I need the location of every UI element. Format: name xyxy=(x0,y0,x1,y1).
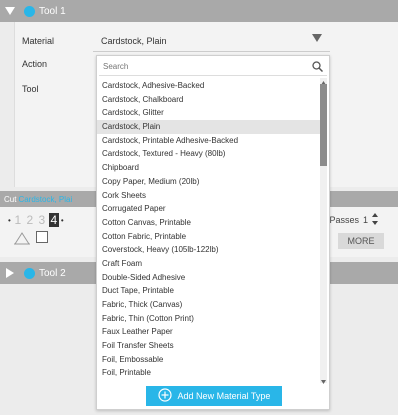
material-list-item[interactable]: Faux Leather Paper xyxy=(97,325,321,339)
material-list-item[interactable]: Coverstock, Heavy (105lb-122lb) xyxy=(97,243,321,257)
material-list-item[interactable]: Foil Transfer Sheets xyxy=(97,339,321,353)
arrow-right-icon[interactable]: • xyxy=(61,216,64,225)
passes-value[interactable]: 1 xyxy=(363,215,368,225)
material-list-item[interactable]: Double-Sided Adhesive xyxy=(97,271,321,285)
number-1[interactable]: 1 xyxy=(13,213,23,227)
material-list-item[interactable]: Cardstock, Chalkboard xyxy=(97,93,321,107)
plus-circle-icon xyxy=(157,388,172,404)
add-material-label: Add New Material Type xyxy=(177,391,271,401)
material-list-item[interactable]: Chipboard xyxy=(97,161,321,175)
cut-prefix: Cut xyxy=(4,194,17,204)
material-list-item[interactable]: Corrugated Paper xyxy=(97,202,321,216)
dropdown-arrow-icon[interactable] xyxy=(312,34,322,44)
scroll-down-icon[interactable] xyxy=(320,377,327,384)
material-list-item[interactable]: Cardstock, Plain xyxy=(97,120,321,134)
scrollbar[interactable] xyxy=(320,78,327,384)
material-list-item[interactable]: Cork Sheets xyxy=(97,189,321,203)
material-list-item[interactable]: Cardstock, Adhesive-Backed xyxy=(97,79,321,93)
passes-control[interactable]: Passes 1 xyxy=(329,213,378,227)
number-3[interactable]: 3 xyxy=(37,213,47,227)
material-list-item[interactable]: Cotton Fabric, Printable xyxy=(97,230,321,244)
material-list-item[interactable]: Cardstock, Glitter xyxy=(97,106,321,120)
material-list: Cardstock, Adhesive-Backed Cardstock, Cha… xyxy=(97,79,321,379)
material-select[interactable]: Cardstock, Plain xyxy=(93,30,330,52)
tool-2-title: Tool 2 xyxy=(24,267,66,279)
material-value: Cardstock, Plain xyxy=(101,35,167,46)
checkbox[interactable] xyxy=(36,231,48,243)
material-dropdown: Cardstock, Adhesive-BackedCardstock, Cha… xyxy=(96,55,330,410)
tool-color-icon xyxy=(24,267,35,279)
material-list-item[interactable]: Fabric, Thick (Canvas) xyxy=(97,298,321,312)
material-list-item[interactable]: Fabric, Thin (Cotton Print) xyxy=(97,312,321,326)
tool-number-selector[interactable]: • 1 2 3 4 • xyxy=(8,213,64,227)
material-list-item[interactable]: Foil, Embossable xyxy=(97,353,321,367)
tool-1-label: Tool 1 xyxy=(39,5,66,17)
search-input[interactable] xyxy=(103,62,303,71)
material-list-item[interactable]: Foil, Printable xyxy=(97,366,321,379)
scrollbar-thumb[interactable] xyxy=(320,84,327,166)
chevron-right-icon[interactable] xyxy=(4,267,16,279)
search-box xyxy=(99,58,327,76)
material-list-item[interactable]: Craft Foam xyxy=(97,257,321,271)
tool-label: Tool xyxy=(22,84,39,94)
material-list-item[interactable]: Cardstock, Textured - Heavy (80lb) xyxy=(97,147,321,161)
tool-1-header[interactable]: Tool 1 xyxy=(0,0,398,22)
more-button[interactable]: MORE xyxy=(338,233,384,249)
tool-2-label: Tool 2 xyxy=(39,267,66,279)
add-material-button[interactable]: Add New Material Type xyxy=(146,386,282,406)
material-list-item[interactable]: Duct Tape, Printable xyxy=(97,284,321,298)
material-list-item[interactable]: Cotton Canvas, Printable xyxy=(97,216,321,230)
cut-material: Cardstock, Plai xyxy=(18,194,73,204)
tool-color-icon xyxy=(24,5,35,17)
number-4[interactable]: 4 xyxy=(48,213,59,227)
number-2[interactable]: 2 xyxy=(25,213,35,227)
chevron-down-icon[interactable] xyxy=(4,5,16,17)
arrow-left-icon[interactable]: • xyxy=(8,216,11,225)
search-icon[interactable] xyxy=(312,61,324,74)
passes-label: Passes xyxy=(329,215,359,225)
stepper-icon[interactable] xyxy=(372,213,378,227)
material-list-item[interactable]: Copy Paper, Medium (20lb) xyxy=(97,175,321,189)
material-list-item[interactable]: Cardstock, Printable Adhesive-Backed xyxy=(97,134,321,148)
tool-1-title: Tool 1 xyxy=(24,5,66,17)
material-label: Material xyxy=(22,36,55,46)
blade-icon xyxy=(14,231,30,247)
action-label: Action xyxy=(22,59,48,69)
